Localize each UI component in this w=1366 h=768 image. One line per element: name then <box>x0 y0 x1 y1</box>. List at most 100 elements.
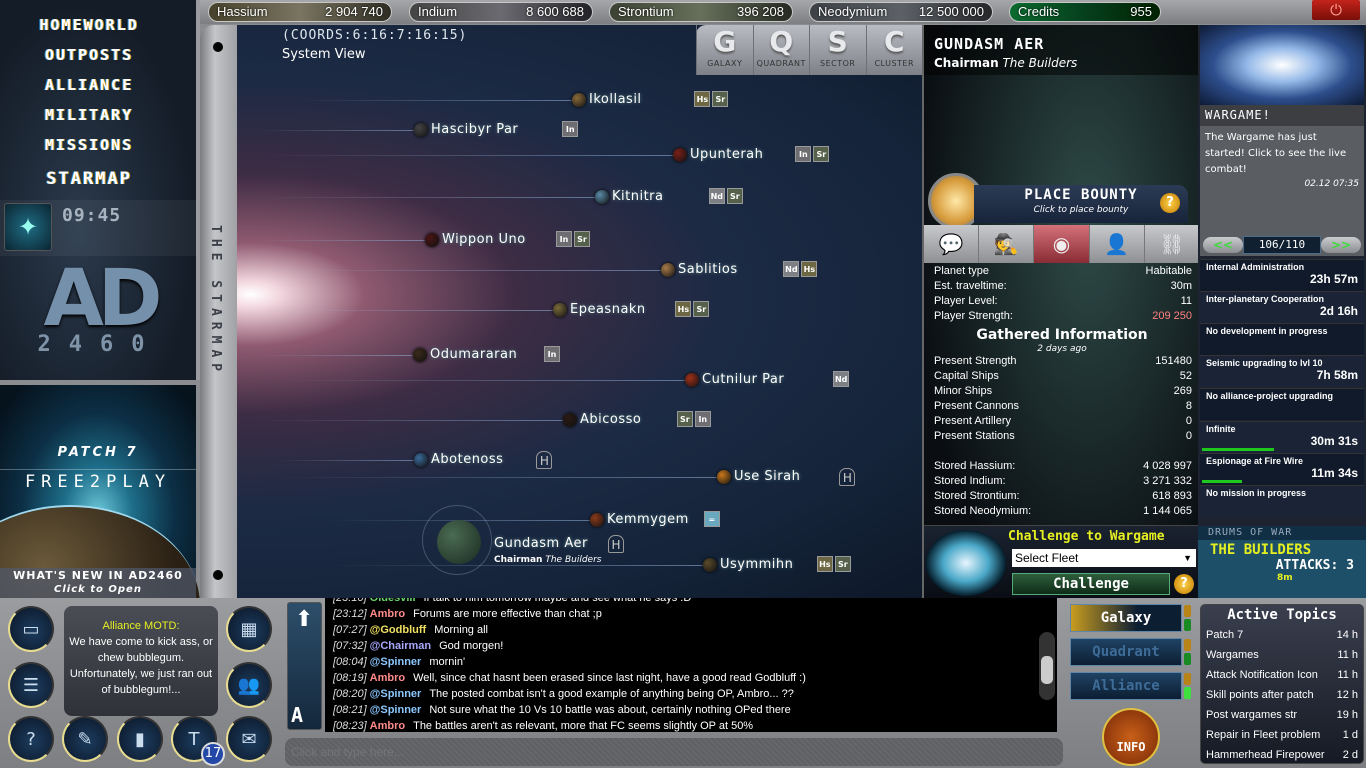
starmap-view[interactable]: (COORDS:6:16:7:16:15) System View G GALAX… <box>237 25 922 598</box>
topic-item[interactable]: Attack Notification Icon 11 h <box>1206 665 1358 685</box>
planet-name-label[interactable]: Usymmihn <box>720 557 793 572</box>
nav-military[interactable]: MILITARY <box>0 106 178 124</box>
mail-button[interactable]: ✉ <box>226 716 272 762</box>
topic-item[interactable]: Wargames 11 h <box>1206 645 1358 665</box>
planet-name-label[interactable]: Wippon Uno <box>442 232 526 247</box>
planet-name-label[interactable]: Use Sirah <box>734 469 800 484</box>
alliance-emblem-icon[interactable]: ✦ <box>4 203 52 251</box>
patch-banner[interactable]: PATCH 7 FREE2PLAY WHAT'S NEW IN AD2460 C… <box>0 385 200 705</box>
nav-homeworld[interactable]: HOMEWORLD <box>0 16 178 34</box>
starmap-shortcut-button[interactable]: ▭ <box>8 606 54 652</box>
home-planet-name[interactable]: Gundasm Aer <box>494 536 588 551</box>
chat-scope-quadrant[interactable]: Quadrant <box>1070 638 1182 666</box>
planet-icon[interactable] <box>590 513 604 527</box>
scroll-thumb[interactable] <box>1041 656 1053 684</box>
planet-icon[interactable] <box>717 470 731 484</box>
planet-icon[interactable] <box>673 148 687 162</box>
tab-radar[interactable]: ◉ <box>1034 225 1090 263</box>
home-planet[interactable] <box>422 505 492 575</box>
place-bounty-button[interactable]: PLACE BOUNTY Click to place bounty <box>974 185 1188 223</box>
task-item[interactable]: Espionage at Fire Wire 11m 34s <box>1200 453 1364 485</box>
scale-cluster-button[interactable]: C CLUSTER <box>865 25 923 75</box>
chat-username[interactable]: Oldesvill <box>370 598 416 604</box>
chat-username[interactable]: Ambro <box>370 608 405 620</box>
task-item[interactable]: Infinite 30m 31s <box>1200 421 1364 453</box>
challenge-button[interactable]: Challenge <box>1012 573 1170 595</box>
wargame-banner-image[interactable] <box>1200 25 1364 105</box>
scale-quadrant-button[interactable]: Q QUADRANT <box>752 25 810 75</box>
font-size-icon[interactable]: A <box>291 703 303 727</box>
fleet-select[interactable]: Select Fleet ▼ <box>1012 549 1196 567</box>
drums-of-war[interactable]: DRUMS OF WAR THE BUILDERS ATTACKS: 3 8m <box>1198 526 1366 598</box>
task-item[interactable]: No development in progress <box>1200 323 1364 355</box>
planet-icon[interactable] <box>414 453 428 467</box>
chat-username[interactable]: Ambro <box>370 720 405 732</box>
nav-alliance[interactable]: ALLIANCE <box>0 76 178 94</box>
chat-username[interactable]: @Godbluff <box>370 624 427 636</box>
chat-scope-alliance[interactable]: Alliance <box>1070 672 1182 700</box>
planet-name-label[interactable]: Kitnitra <box>612 189 664 204</box>
planet-icon[interactable] <box>413 348 427 362</box>
nav-missions[interactable]: MISSIONS <box>0 136 178 154</box>
alliance-members-button[interactable]: 👥 <box>226 662 272 708</box>
chat-username[interactable]: @Spinner <box>370 688 422 700</box>
logout-button[interactable]: ⏻ <box>1312 0 1360 20</box>
planet-name-label[interactable]: Upunterah <box>690 147 763 162</box>
planet-name-label[interactable]: Cutnilur Par <box>702 372 784 387</box>
chat-username[interactable]: Ambro <box>370 672 405 684</box>
task-item[interactable]: No mission in progress <box>1200 485 1364 517</box>
production-button[interactable]: ☰ <box>8 662 54 708</box>
chat-scrollbar[interactable] <box>1039 632 1055 700</box>
chat-input[interactable] <box>285 738 1063 766</box>
scale-galaxy-button[interactable]: G GALAXY <box>696 25 753 75</box>
task-item[interactable]: Internal Administration 23h 57m <box>1200 259 1364 291</box>
planet-name-label[interactable]: Odumararan <box>430 347 517 362</box>
planet-icon[interactable] <box>553 303 567 317</box>
prev-notification-button[interactable]: << <box>1203 237 1243 253</box>
scale-sector-button[interactable]: S SECTOR <box>809 25 866 75</box>
planet-name-label[interactable]: Kemmygem <box>607 512 689 527</box>
topic-item[interactable]: Post wargames str 19 h <box>1206 705 1358 725</box>
bounty-help-icon[interactable]: ? <box>1160 193 1180 213</box>
topic-item[interactable]: Repair in Fleet problem 1 d <box>1206 725 1358 745</box>
chat-username[interactable]: @Chairman <box>370 640 431 652</box>
task-item[interactable]: Inter-planetary Cooperation 2d 16h <box>1200 291 1364 323</box>
planet-icon[interactable] <box>414 123 428 137</box>
resource-credits[interactable]: Credits 955 <box>1009 2 1161 22</box>
planet-icon[interactable] <box>703 558 717 572</box>
tab-player-info[interactable]: 👤 <box>1090 225 1145 263</box>
chat-username[interactable]: @Spinner <box>370 656 422 668</box>
planet-name-label[interactable]: Hascibyr Par <box>431 122 518 137</box>
planet-icon[interactable] <box>572 93 586 107</box>
planet-name-label[interactable]: Abicosso <box>580 412 641 427</box>
topic-item[interactable]: Hammerhead Firepower 2 d <box>1206 745 1358 765</box>
nav-outposts[interactable]: OUTPOSTS <box>0 46 178 64</box>
tab-message[interactable]: 💬 <box>924 225 980 263</box>
tab-spy[interactable]: 🕵 <box>979 225 1035 263</box>
notification-body[interactable]: The Wargame has just started! Click to s… <box>1200 126 1364 234</box>
chat-username[interactable]: @Spinner <box>370 704 422 716</box>
chat-scope-galaxy[interactable]: Galaxy <box>1070 604 1182 632</box>
planet-icon[interactable] <box>661 263 675 277</box>
ranking-button[interactable]: ▮ <box>117 716 163 762</box>
planet-icon[interactable] <box>595 190 609 204</box>
tab-link[interactable]: ⛓ <box>1145 225 1201 263</box>
support-button[interactable]: ? <box>8 716 54 762</box>
planet-name-label[interactable]: Epeasnakn <box>570 302 646 317</box>
nav-starmap[interactable]: STARMAP <box>0 169 178 189</box>
chat-log[interactable]: [23:10] Oldesvill If talk to him tomorrow … <box>325 598 1057 732</box>
planet-name-label[interactable]: Abotenoss <box>431 452 503 467</box>
notes-button[interactable]: ✎ <box>62 716 108 762</box>
topic-item[interactable]: Patch 7 14 h <box>1206 625 1358 645</box>
arrow-up-icon[interactable]: ⬆ <box>295 607 313 632</box>
topic-item[interactable]: Skill points after patch 12 h <box>1206 685 1358 705</box>
whats-new-bar[interactable]: WHAT'S NEW IN AD2460 Click to Open <box>0 568 196 598</box>
player-icon[interactable]: H <box>608 535 624 553</box>
task-item[interactable]: Seismic upgrading to lvl 10 7h 58m <box>1200 355 1364 387</box>
planet-icon[interactable] <box>425 233 439 247</box>
planet-icon[interactable] <box>685 373 699 387</box>
planet-icon[interactable] <box>563 413 577 427</box>
resources-button[interactable]: ▦ <box>226 606 272 652</box>
task-item[interactable]: No alliance-project upgrading <box>1200 388 1364 420</box>
info-button[interactable]: INFO <box>1102 708 1160 766</box>
